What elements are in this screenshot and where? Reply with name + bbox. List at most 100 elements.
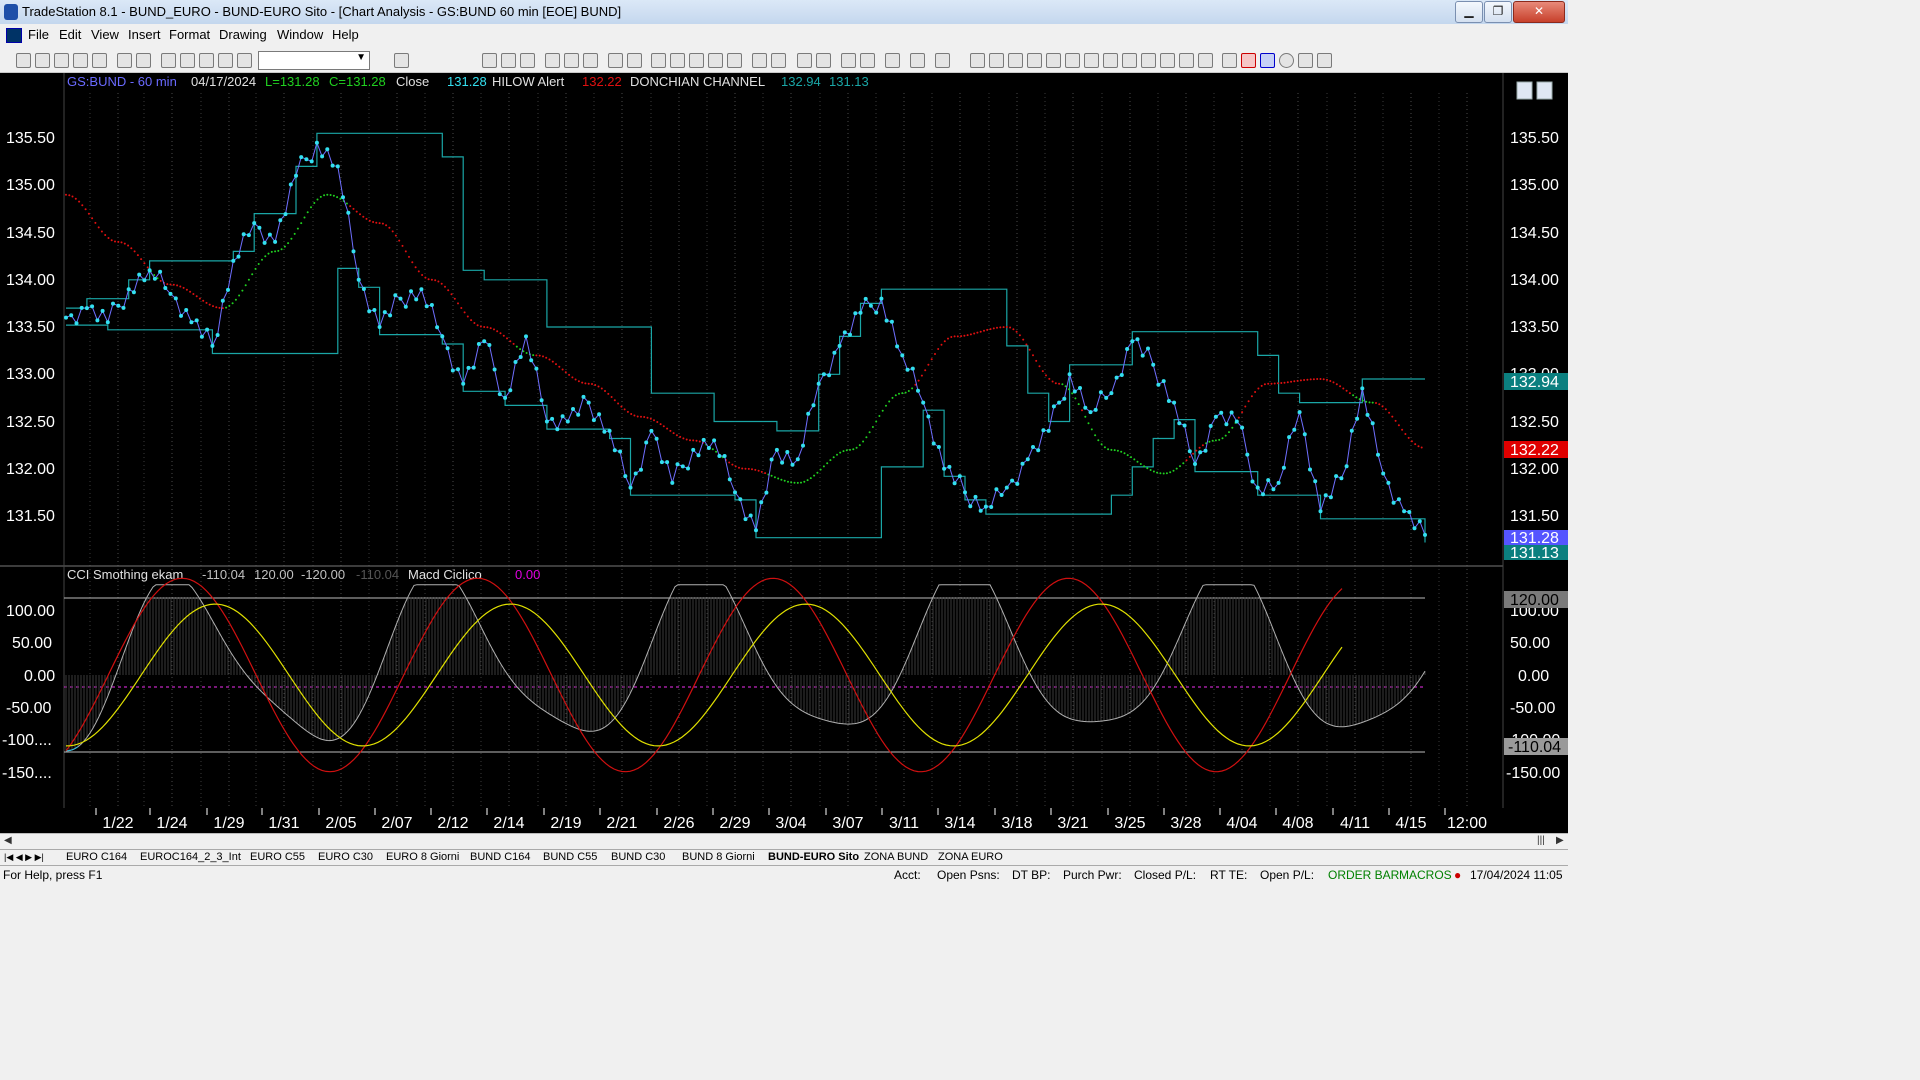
menu-help[interactable]: Help	[332, 27, 359, 42]
restore-button[interactable]: ❐	[1484, 1, 1512, 23]
format-window-icon[interactable]	[608, 53, 623, 68]
radar-icon[interactable]	[670, 53, 685, 68]
tab-bund-c55[interactable]: BUND C55	[543, 850, 597, 865]
arrow-down-icon[interactable]	[1241, 53, 1256, 68]
order-bar-button[interactable]: ORDER BAR	[1328, 868, 1399, 882]
donchian-lower-line[interactable]	[66, 267, 1426, 543]
play-arrow-icon[interactable]	[374, 53, 387, 66]
zoom-bars-out-icon[interactable]	[771, 53, 786, 68]
pencil-icon[interactable]	[1198, 53, 1213, 68]
tab-euro-8-giorni[interactable]: EURO 8 Giorni	[386, 850, 459, 865]
window-tile-icon[interactable]	[180, 53, 195, 68]
insert-analysis-icon[interactable]	[545, 53, 560, 68]
speed-arc-icon[interactable]	[1179, 53, 1194, 68]
menu-view[interactable]: View	[91, 27, 119, 42]
macd-red-line[interactable]	[65, 577, 1343, 773]
ellipse-icon[interactable]	[1279, 53, 1294, 68]
menu-edit[interactable]: Edit	[59, 27, 81, 42]
save-icon[interactable]	[54, 53, 69, 68]
arc-icon[interactable]	[1046, 53, 1061, 68]
pointer-icon[interactable]	[841, 53, 856, 68]
macros-button[interactable]: MACROS	[1399, 868, 1452, 882]
pause-icon[interactable]	[727, 53, 742, 68]
grid-icon[interactable]	[520, 53, 535, 68]
chart-horizontal-scrollbar[interactable]: ◀ ||| ▶	[0, 833, 1568, 850]
menu-window[interactable]: Window	[277, 27, 323, 42]
tab-euro-c55[interactable]: EURO C55	[250, 850, 305, 865]
zoom-bars-in-icon[interactable]	[752, 53, 767, 68]
vertical-lines-icon[interactable]	[989, 53, 1004, 68]
menu-file[interactable]: File	[28, 27, 49, 42]
parallel-lines-icon[interactable]	[1160, 53, 1175, 68]
price-axis[interactable]: 135.50 135.00 134.50 134.00 133.50 133.0…	[6, 130, 1559, 525]
scroll-right-icon[interactable]: ▶	[1556, 835, 1564, 846]
tools-icon[interactable]	[885, 53, 900, 68]
tab-euro-c30[interactable]: EURO C30	[318, 850, 373, 865]
link-icon[interactable]	[218, 53, 233, 68]
print-preview-icon[interactable]	[117, 53, 132, 68]
text-icon[interactable]	[1317, 53, 1332, 68]
window-list-icon[interactable]	[161, 53, 176, 68]
angle-icon[interactable]	[1122, 53, 1137, 68]
gann-fan-icon[interactable]	[1027, 53, 1042, 68]
tab-bund-c164[interactable]: BUND C164	[470, 850, 531, 865]
scroll-thumb-icon[interactable]: |||	[1537, 835, 1545, 846]
copy-icon[interactable]	[92, 53, 107, 68]
tab-bund-c30[interactable]: BUND C30	[611, 850, 665, 865]
tab-zona-euro[interactable]: ZONA EURO	[938, 850, 1003, 865]
format-symbol-icon[interactable]	[627, 53, 642, 68]
print-icon[interactable]	[136, 53, 151, 68]
hourglass-icon[interactable]	[708, 53, 723, 68]
regression-icon[interactable]	[1084, 53, 1099, 68]
tab-euroc164-2-3-int[interactable]: EUROC164_2_3_Int	[140, 850, 241, 865]
fibonacci-icon[interactable]	[1065, 53, 1080, 68]
menu-insert[interactable]: Insert	[128, 27, 161, 42]
donchian-upper-line[interactable]	[66, 132, 1425, 432]
find-symbol-icon[interactable]	[394, 53, 409, 68]
zoom-in-icon[interactable]	[797, 53, 812, 68]
rectangle-icon[interactable]	[1298, 53, 1313, 68]
price-line[interactable]	[65, 141, 1426, 536]
menu-format[interactable]: Format	[169, 27, 210, 42]
symbol-combo[interactable]: ▼	[258, 51, 370, 70]
tab-zona-bund[interactable]: ZONA BUND	[864, 850, 928, 865]
tab-bund-euro-sito[interactable]: BUND-EURO Sito	[768, 850, 859, 865]
bar-chart-icon[interactable]	[501, 53, 516, 68]
open-icon[interactable]	[35, 53, 50, 68]
chart-window-icon[interactable]	[6, 28, 22, 43]
subwindow-restore-button[interactable]	[1536, 81, 1553, 100]
zoom-out-icon[interactable]	[816, 53, 831, 68]
lock-icon[interactable]	[199, 53, 214, 68]
time-axis[interactable]: 1/22 1/24 1/29 1/31 2/05 2/07 2/12 2/14 2/19 2/21…	[95, 808, 1487, 832]
arrow-up-icon[interactable]	[1260, 53, 1275, 68]
new-workspace-icon[interactable]	[73, 53, 88, 68]
strategy-icon[interactable]	[583, 53, 598, 68]
palette-icon[interactable]	[237, 53, 252, 68]
tab-euro-c164[interactable]: EURO C164	[66, 850, 127, 865]
curve-icon[interactable]	[1222, 53, 1237, 68]
cci-histogram[interactable]	[65, 597, 1426, 751]
new-icon[interactable]	[16, 53, 31, 68]
menu-drawing[interactable]: Drawing	[219, 27, 267, 42]
chart-canvas[interactable]: GS:BUND - 60 min 04/17/2024 L=131.28 C=1…	[0, 73, 1568, 833]
arrow-horizontal-icon[interactable]	[1141, 53, 1156, 68]
minimize-button[interactable]: ▁	[1455, 1, 1483, 23]
macd-yellow-line[interactable]	[65, 603, 1343, 747]
channel-icon[interactable]	[1103, 53, 1118, 68]
chart-type-icon[interactable]	[482, 53, 497, 68]
chart-green-icon[interactable]	[689, 53, 704, 68]
options-icon[interactable]	[935, 53, 950, 68]
trendline-icon[interactable]	[970, 53, 985, 68]
chevron-down-icon[interactable]: ▼	[356, 52, 366, 63]
close-button[interactable]: ✕	[1513, 1, 1565, 23]
tab-bund-8-giorni[interactable]: BUND 8 Giorni	[682, 850, 755, 865]
data-window-icon[interactable]	[910, 53, 925, 68]
indicator-icon[interactable]	[564, 53, 579, 68]
horizontal-lines-icon[interactable]	[1008, 53, 1023, 68]
scanner-icon[interactable]	[651, 53, 666, 68]
tab-nav-arrows[interactable]: |◀ ◀ ▶ ▶|	[4, 850, 44, 865]
chart-analysis-window[interactable]: GS:BUND - 60 min 04/17/2024 L=131.28 C=1…	[0, 73, 1568, 833]
crosshair-icon[interactable]	[860, 53, 875, 68]
subwindow-minimize-button[interactable]	[1516, 81, 1533, 100]
scroll-left-icon[interactable]: ◀	[4, 835, 12, 846]
